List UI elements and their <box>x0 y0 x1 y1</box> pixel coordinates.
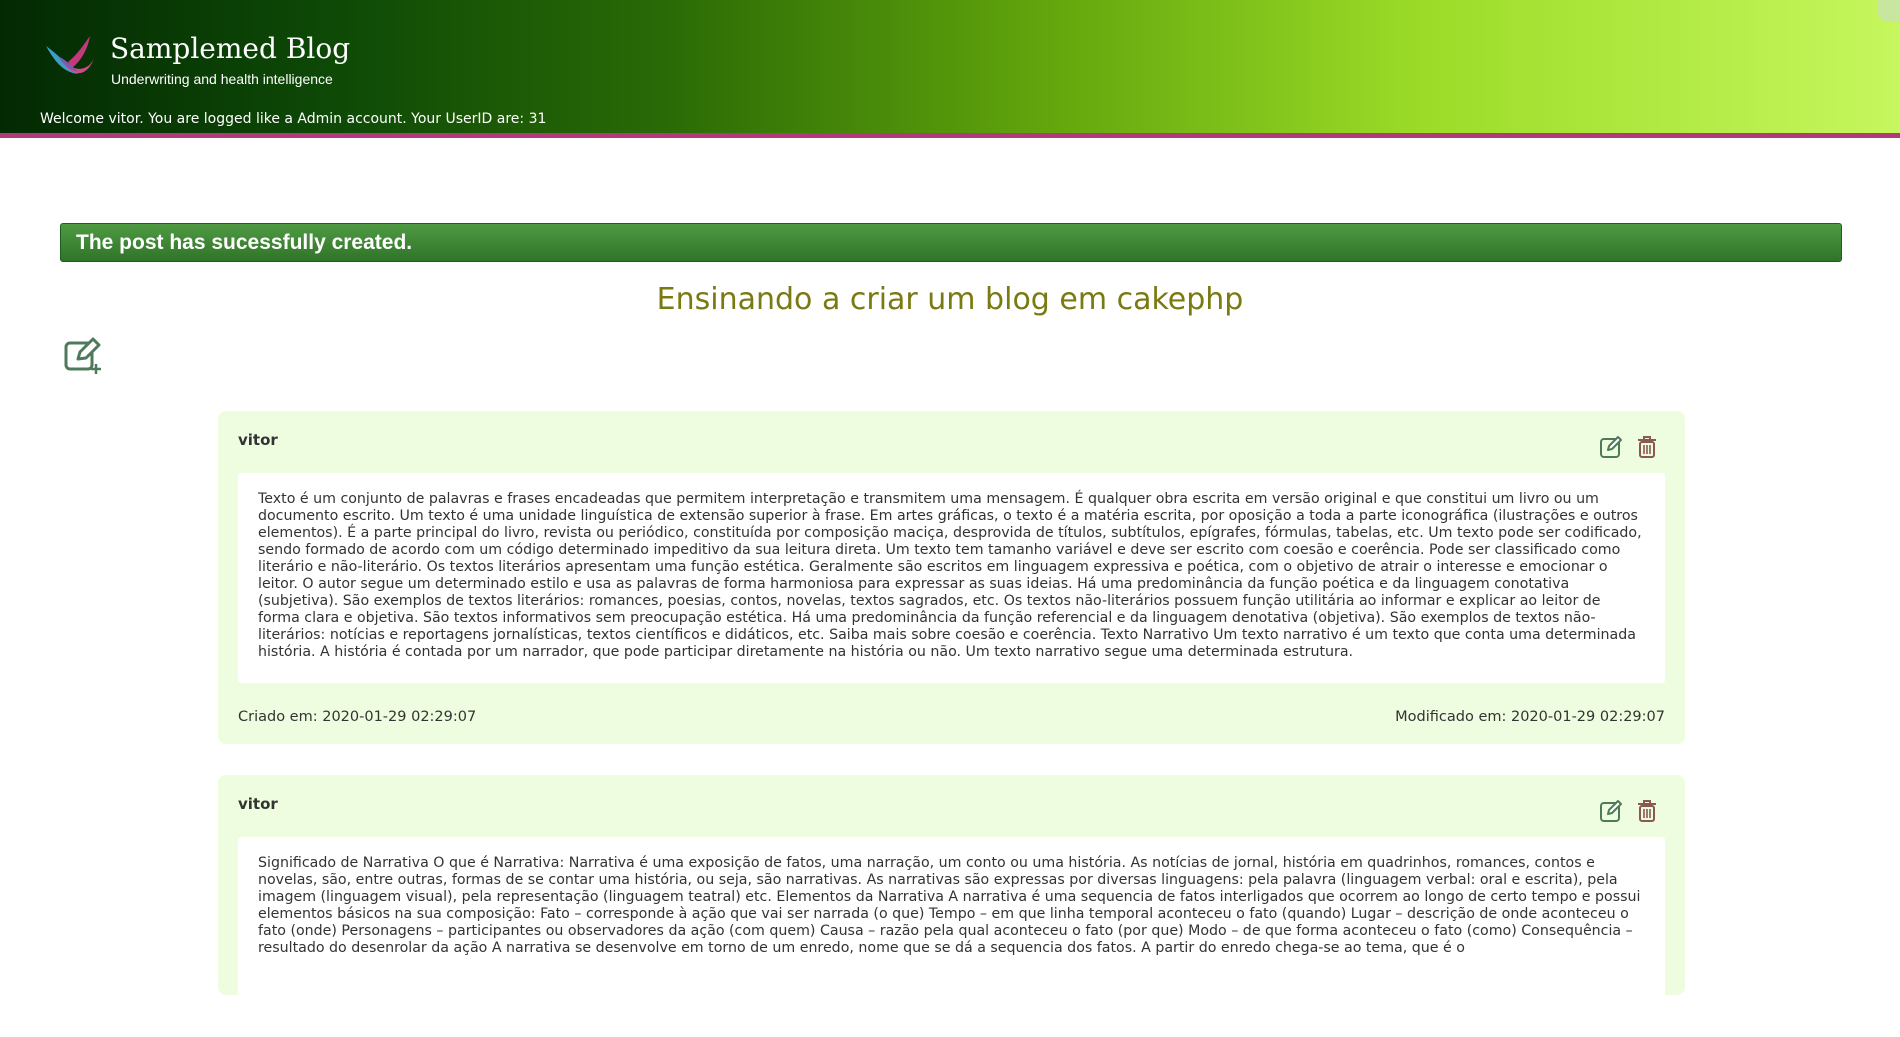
post-author: vitor <box>238 431 278 449</box>
post-body: Texto é um conjunto de palavras e frases… <box>238 473 1665 683</box>
post-body: Significado de Narrativa O que é Narrati… <box>238 837 1665 1037</box>
post-actions <box>1599 799 1659 823</box>
post-card: vitor Texto é um conjunto de palavras e … <box>218 411 1685 744</box>
post-created-date: Criado em: 2020-01-29 02:29:07 <box>238 709 477 725</box>
site-title[interactable]: Samplemed Blog <box>110 32 350 65</box>
post-actions <box>1599 435 1659 459</box>
extension-icon[interactable] <box>1878 0 1900 22</box>
flash-success-message: The post has sucessfully created. <box>60 223 1842 262</box>
post-author: vitor <box>238 795 278 813</box>
add-post-icon[interactable] <box>64 337 104 375</box>
site-header: Samplemed Blog Underwriting and health i… <box>0 0 1900 138</box>
post-card: vitor Significado de Narrativa O que é N… <box>218 775 1685 1037</box>
edit-icon[interactable] <box>1599 799 1623 823</box>
post-modified-date: Modificado em: 2020-01-29 02:29:07 <box>1395 709 1665 725</box>
samplemed-logo-icon[interactable] <box>44 34 98 82</box>
page-title: Ensinando a criar um blog em cakephp <box>656 282 1244 317</box>
edit-icon[interactable] <box>1599 435 1623 459</box>
welcome-message: Welcome vitor. You are logged like a Adm… <box>40 111 547 127</box>
delete-icon[interactable] <box>1635 435 1659 459</box>
site-subtitle: Underwriting and health intelligence <box>111 71 333 87</box>
delete-icon[interactable] <box>1635 799 1659 823</box>
